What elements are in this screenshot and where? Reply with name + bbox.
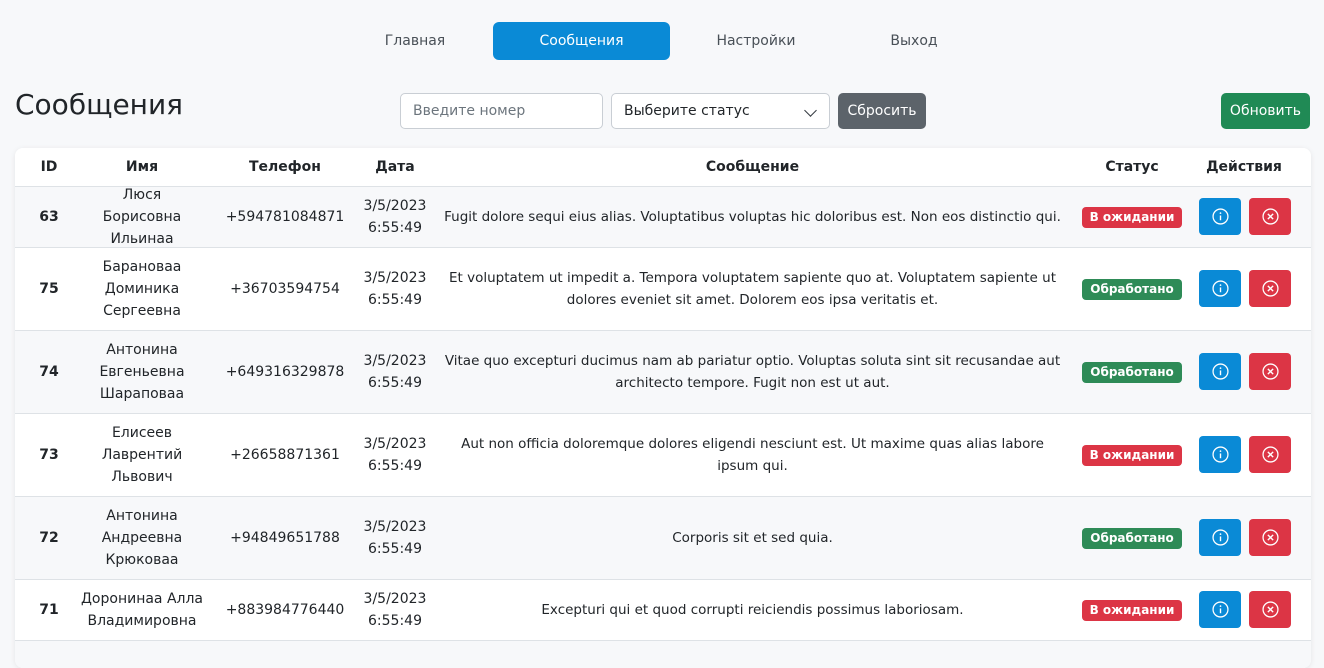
nav-item-home[interactable]: Главная (341, 22, 489, 60)
row-phone: +94849651788 (230, 530, 340, 546)
row-date: 3/5/2023 6:55:49 (363, 436, 427, 474)
info-circle-icon (1211, 529, 1229, 546)
nav-item-logout[interactable]: Выход (838, 22, 990, 60)
info-button[interactable] (1199, 591, 1241, 628)
row-phone: +36703594754 (230, 281, 340, 297)
row-status-cell: В ожидании (1073, 187, 1191, 247)
reset-button[interactable]: Сбросить (838, 93, 926, 129)
row-status-cell: Обработано (1073, 331, 1191, 413)
table-row (15, 641, 1311, 668)
table-row: 71 Доронинаа Алла Владимировна +88398477… (15, 580, 1311, 641)
row-message: Vitae quo excepturi ducimus nam ab paria… (444, 353, 1061, 391)
table-row: 74 Антонина Евгеньевна Шараповаа +649316… (15, 331, 1311, 414)
table-row: 72 Антонина Андреевна Крюковаа +94849651… (15, 497, 1311, 580)
table-row: 75 Барановаа Доминика Сергеевна +3670359… (15, 248, 1311, 331)
x-circle-icon (1261, 529, 1279, 546)
row-date: 3/5/2023 6:55:49 (363, 353, 427, 391)
row-name: Антонина Евгеньевна Шараповаа (99, 342, 185, 402)
info-button[interactable] (1199, 270, 1241, 307)
column-header-phone: Телефон (249, 159, 321, 175)
row-status-cell: В ожидании (1073, 580, 1191, 640)
delete-button[interactable] (1249, 436, 1291, 473)
row-id: 63 (39, 209, 59, 225)
row-phone: +594781084871 (225, 209, 345, 225)
column-header-id: ID (40, 159, 58, 175)
column-header-name: Имя (125, 159, 159, 175)
table-row: 73 Елисеев Лаврентий Львович +2665887136… (15, 414, 1311, 497)
row-id: 72 (39, 530, 59, 546)
status-badge: В ожидании (1081, 444, 1183, 466)
column-header-date: Дата (375, 159, 415, 175)
row-message: Et voluptatem ut impedit a. Tempora volu… (449, 270, 1056, 308)
info-circle-icon (1211, 208, 1229, 225)
refresh-button[interactable]: Обновить (1221, 93, 1310, 129)
row-id: 74 (39, 364, 59, 380)
status-badge: В ожидании (1081, 206, 1183, 228)
status-badge: В ожидании (1081, 599, 1183, 621)
row-message: Fugit dolore sequi eius alias. Voluptati… (444, 209, 1061, 225)
row-phone: +649316329878 (225, 364, 345, 380)
status-badge: Обработано (1082, 527, 1182, 549)
x-circle-icon (1261, 363, 1279, 380)
row-status-cell: В ожидании (1073, 414, 1191, 496)
nav-item-settings[interactable]: Настройки (680, 22, 832, 60)
status-select[interactable]: Выберите статус (611, 93, 830, 129)
info-circle-icon (1211, 601, 1229, 618)
info-button[interactable] (1199, 198, 1241, 235)
status-badge: Обработано (1082, 361, 1182, 383)
chevron-down-icon (804, 104, 817, 117)
column-header-message: Сообщение (705, 159, 800, 175)
x-circle-icon (1261, 208, 1279, 225)
row-name: Антонина Андреевна Крюковаа (101, 508, 183, 568)
row-status-cell: Обработано (1073, 497, 1191, 579)
info-button[interactable] (1199, 436, 1241, 473)
info-circle-icon (1211, 280, 1229, 297)
delete-button[interactable] (1249, 591, 1291, 628)
x-circle-icon (1261, 446, 1279, 463)
column-header-status: Статус (1105, 159, 1159, 175)
row-date: 3/5/2023 6:55:49 (363, 270, 427, 308)
row-id: 71 (39, 602, 59, 618)
page-title: Сообщения (15, 88, 184, 121)
row-name: Елисеев Лаврентий Львович (101, 425, 183, 485)
delete-button[interactable] (1249, 353, 1291, 390)
delete-button[interactable] (1249, 519, 1291, 556)
row-name: Барановаа Доминика Сергеевна (102, 259, 182, 319)
row-date: 3/5/2023 6:55:49 (363, 591, 427, 629)
phone-search-input[interactable] (400, 93, 603, 129)
x-circle-icon (1261, 601, 1279, 618)
row-date: 3/5/2023 6:55:49 (363, 519, 427, 557)
status-badge: Обработано (1082, 278, 1182, 300)
info-button[interactable] (1199, 353, 1241, 390)
row-date: 3/5/2023 6:55:49 (363, 198, 427, 236)
delete-button[interactable] (1249, 270, 1291, 307)
column-header-actions: Действия (1206, 159, 1282, 175)
top-nav: Главная Сообщения Настройки Выход (0, 22, 1324, 60)
row-id: 75 (39, 281, 59, 297)
x-circle-icon (1261, 280, 1279, 297)
info-circle-icon (1211, 363, 1229, 380)
row-phone: +26658871361 (230, 447, 340, 463)
delete-button[interactable] (1249, 198, 1291, 235)
row-message: Corporis sit et sed quia. (672, 530, 833, 546)
info-circle-icon (1211, 446, 1229, 463)
row-id: 73 (39, 447, 59, 463)
table-header: ID Имя Телефон Дата Сообщение Статус Дей… (15, 148, 1311, 187)
row-message: Excepturi qui et quod corrupti reiciendi… (541, 602, 964, 618)
row-message: Aut non officia doloremque dolores elige… (461, 436, 1044, 474)
nav-item-messages[interactable]: Сообщения (493, 22, 670, 60)
row-status-cell: Обработано (1073, 248, 1191, 330)
status-select-value: Выберите статус (624, 103, 750, 119)
row-name: Люся Борисовна Ильинаа (102, 187, 182, 247)
table-row: 63 Люся Борисовна Ильинаа +594781084871 … (15, 187, 1311, 248)
info-button[interactable] (1199, 519, 1241, 556)
messages-table: ID Имя Телефон Дата Сообщение Статус Дей… (15, 148, 1311, 668)
row-phone: +883984776440 (225, 602, 345, 618)
row-name: Доронинаа Алла Владимировна (80, 591, 204, 629)
